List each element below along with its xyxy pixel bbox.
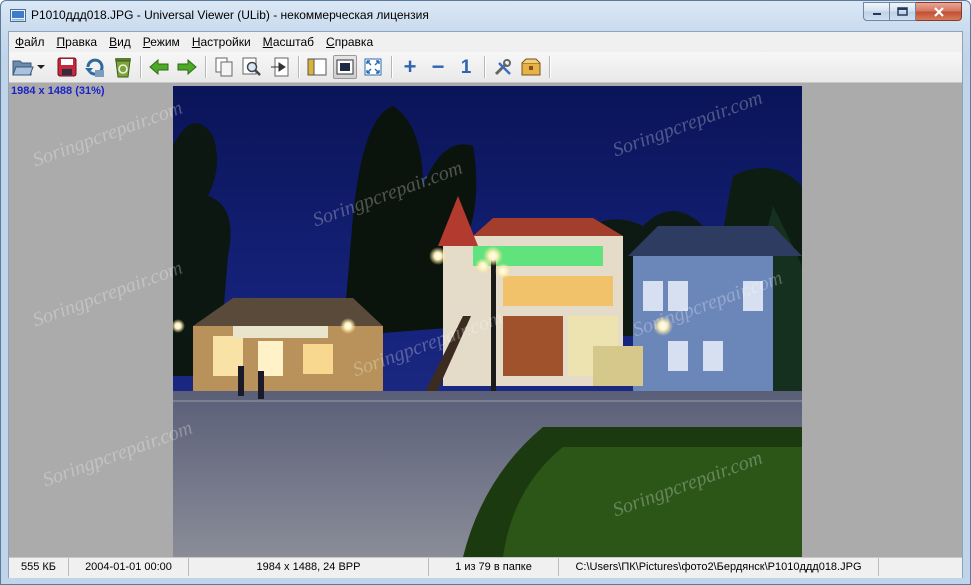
panel-icon — [307, 58, 327, 76]
open-dropdown-button[interactable] — [35, 55, 47, 79]
watermark: Soringpcrepair.com — [29, 96, 186, 172]
watermark: Soringpcrepair.com — [29, 256, 186, 332]
open-folder-icon — [12, 60, 34, 76]
close-button[interactable] — [916, 2, 962, 21]
settings-button[interactable] — [491, 55, 515, 79]
reload-icon — [85, 58, 104, 77]
window-controls — [863, 2, 962, 22]
image-viewer[interactable]: 1984 x 1488 (31%) Soringpcrepair.com Sor… — [9, 83, 962, 557]
save-button[interactable] — [55, 55, 79, 79]
copy-icon — [215, 57, 233, 77]
status-path: C:\Users\ПК\Pictures\фото2\Бердянск\P101… — [559, 558, 879, 576]
menu-help[interactable]: Справка — [320, 35, 379, 49]
status-position: 1 из 79 в папке — [429, 558, 559, 576]
status-bar: 555 КБ 2004-01-01 00:00 1984 x 1488, 24 … — [9, 557, 962, 578]
zoom-out-icon: − — [431, 54, 445, 79]
toolbar-separator — [391, 56, 393, 78]
photo-image[interactable] — [173, 86, 802, 557]
menu-file[interactable]: Файл — [9, 35, 51, 49]
minimize-button[interactable] — [863, 2, 890, 21]
toolbar-separator — [140, 56, 142, 78]
menu-mode[interactable]: Режим — [137, 35, 186, 49]
menu-settings[interactable]: Настройки — [186, 35, 257, 49]
main-area: Файл Правка Вид Режим Настройки Масштаб … — [8, 31, 963, 578]
copy-button[interactable] — [212, 55, 236, 79]
menu-view[interactable]: Вид — [103, 35, 137, 49]
prev-arrow-icon — [149, 59, 169, 75]
toolbar-separator — [205, 56, 207, 78]
actual-size-button[interactable]: 1 — [454, 55, 478, 79]
status-file-size: 555 КБ — [9, 558, 69, 576]
settings-tools-icon — [494, 59, 511, 76]
zoom-in-button[interactable]: + — [398, 55, 422, 79]
panel-button[interactable] — [305, 55, 329, 79]
toolbar-separator — [549, 56, 551, 78]
minimize-icon — [872, 12, 881, 15]
window-title: P1010ддд018.JPG - Universal Viewer (ULib… — [31, 8, 429, 22]
app-icon — [10, 9, 26, 22]
menu-bar: Файл Правка Вид Режим Настройки Масштаб … — [9, 32, 962, 52]
title-bar[interactable]: P1010ддд018.JPG - Universal Viewer (ULib… — [1, 1, 970, 31]
goto-button[interactable] — [268, 55, 292, 79]
open-button[interactable] — [11, 55, 35, 79]
app-window: P1010ддд018.JPG - Universal Viewer (ULib… — [0, 0, 971, 585]
fullscreen-icon — [364, 58, 382, 76]
find-button[interactable] — [240, 55, 264, 79]
close-icon — [933, 6, 944, 17]
recycle-bin-icon — [115, 58, 131, 78]
next-button[interactable] — [175, 55, 199, 79]
actual-size-icon: 1 — [460, 56, 472, 78]
fit-window-icon — [336, 59, 354, 75]
goto-icon — [271, 57, 289, 77]
find-icon — [242, 57, 261, 76]
status-image-info: 1984 x 1488, 24 BPP — [189, 558, 429, 576]
fit-window-button[interactable] — [333, 55, 357, 79]
maximize-button[interactable] — [890, 2, 916, 21]
toolbar-separator — [484, 56, 486, 78]
next-arrow-icon — [177, 59, 197, 75]
status-spacer — [879, 558, 962, 576]
toolbar: + − 1 — [9, 52, 962, 83]
menu-edit[interactable]: Правка — [51, 35, 104, 49]
maximize-icon — [897, 7, 908, 16]
plugins-box-icon — [521, 58, 541, 76]
fullscreen-button[interactable] — [361, 55, 385, 79]
image-dimensions-label: 1984 x 1488 (31%) — [11, 85, 105, 97]
menu-zoom[interactable]: Масштаб — [257, 35, 320, 49]
status-date: 2004-01-01 00:00 — [69, 558, 189, 576]
zoom-in-icon: + — [403, 54, 417, 79]
zoom-out-button[interactable]: − — [426, 55, 450, 79]
reload-button[interactable] — [83, 55, 107, 79]
toolbar-separator — [298, 56, 300, 78]
dropdown-arrow-icon — [37, 65, 45, 69]
previous-button[interactable] — [147, 55, 171, 79]
save-icon — [57, 57, 77, 77]
plugins-button[interactable] — [519, 55, 543, 79]
delete-button[interactable] — [111, 55, 135, 79]
